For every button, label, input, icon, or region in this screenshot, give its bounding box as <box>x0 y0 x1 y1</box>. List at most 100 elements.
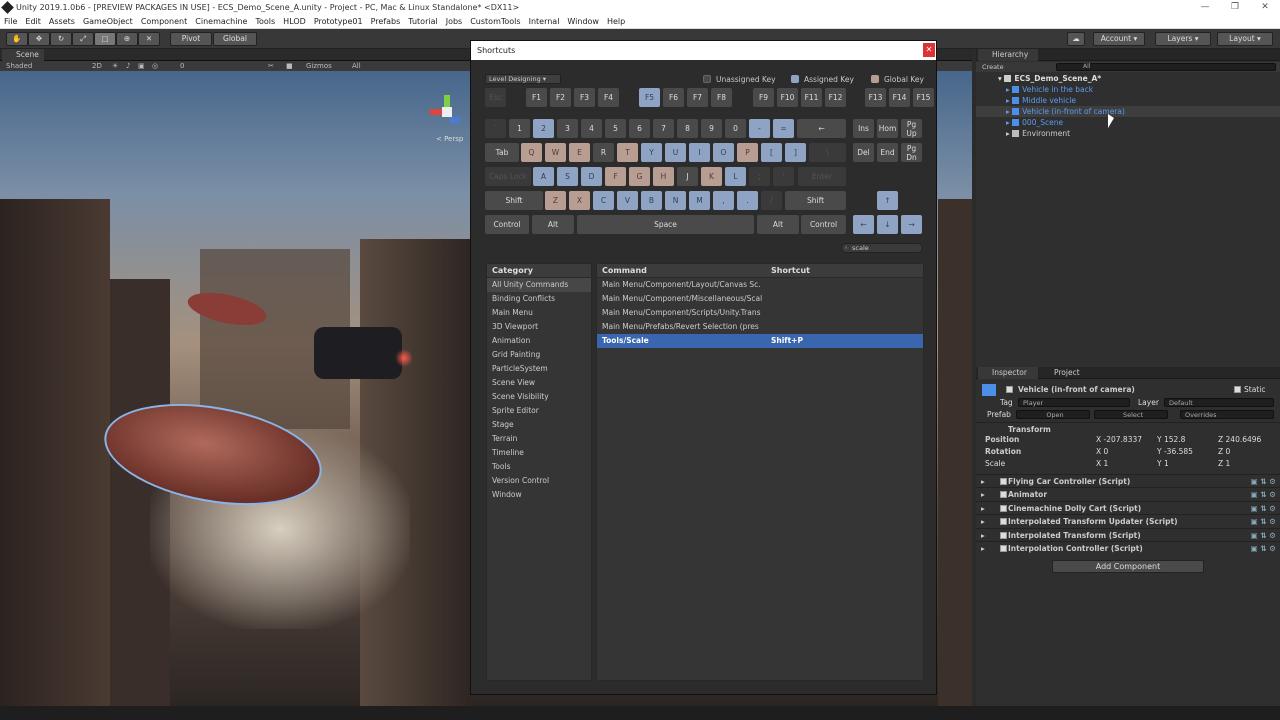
hand-tool-icon[interactable]: ✋ <box>6 32 28 46</box>
expand-arrow-icon[interactable]: ▸ <box>981 488 985 501</box>
component-header[interactable]: ▸ Interpolation Controller (Script) ▣ ⇅ ⚙ <box>976 541 1280 554</box>
component-header[interactable]: ▸ Animator ▣ ⇅ ⚙ <box>976 487 1280 500</box>
hierarchy-item[interactable]: ▸ 000_Scene <box>976 117 1280 128</box>
menu-tutorial[interactable]: Tutorial <box>404 15 441 29</box>
key-f9[interactable]: F9 <box>753 88 774 107</box>
prefab-select-button[interactable]: Select <box>1094 410 1168 419</box>
key-m[interactable]: M <box>689 191 710 210</box>
key-del[interactable]: Del <box>853 143 874 162</box>
category-item[interactable]: Grid Painting <box>487 348 591 362</box>
key-sym[interactable]: [ <box>761 143 782 162</box>
hierarchy-item[interactable]: ▸ Vehicle in the back <box>976 84 1280 95</box>
static-checkbox[interactable] <box>1234 386 1241 393</box>
component-settings-icon[interactable]: ▣ ⇅ ⚙ <box>1251 542 1276 555</box>
menu-window[interactable]: Window <box>563 15 603 29</box>
command-row[interactable]: Main Menu/Component/Miscellaneous/Scal <box>597 292 923 306</box>
key-ins[interactable]: Ins <box>853 119 874 138</box>
key-sym[interactable]: / <box>761 191 782 210</box>
key-sym[interactable]: . <box>737 191 758 210</box>
key-o[interactable]: O <box>713 143 734 162</box>
command-row[interactable]: Main Menu/Component/Layout/Canvas Sc. <box>597 278 923 292</box>
key-y[interactable]: Y <box>641 143 662 162</box>
key-2[interactable]: 2 <box>533 119 554 138</box>
category-item[interactable]: Stage <box>487 418 591 432</box>
key-t[interactable]: T <box>617 143 638 162</box>
scale-x[interactable]: X 1 <box>1096 459 1108 468</box>
key-pgup[interactable]: Pg Up <box>901 119 922 138</box>
key-e[interactable]: E <box>569 143 590 162</box>
key-f2[interactable]: F2 <box>550 88 571 107</box>
key-i[interactable]: I <box>689 143 710 162</box>
persp-label[interactable]: < Persp <box>436 135 463 143</box>
key-pgdn[interactable]: Pg Dn <box>901 143 922 162</box>
menu-prototype01[interactable]: Prototype01 <box>310 15 367 29</box>
key-capslock[interactable]: Caps Lock <box>485 167 531 186</box>
transform-tool-icon[interactable]: ⊕ <box>116 32 138 46</box>
key-g[interactable]: G <box>629 167 650 186</box>
tab-scene[interactable]: Scene <box>2 49 44 61</box>
orientation-gizmo[interactable] <box>430 95 464 129</box>
rotate-tool-icon[interactable]: ↻ <box>50 32 72 46</box>
menu-internal[interactable]: Internal <box>525 15 564 29</box>
key-w[interactable]: W <box>545 143 566 162</box>
key-f1[interactable]: F1 <box>526 88 547 107</box>
key-f13[interactable]: F13 <box>865 88 886 107</box>
hierarchy-search[interactable]: All <box>1056 63 1276 71</box>
gizmos-dropdown[interactable]: Gizmos <box>306 61 332 71</box>
key-l[interactable]: L <box>725 167 746 186</box>
key-4[interactable]: 4 <box>581 119 602 138</box>
expand-arrow-icon[interactable]: ▸ <box>981 529 985 542</box>
key-alt[interactable]: Alt <box>532 215 574 234</box>
key-sym[interactable]: ; <box>749 167 770 186</box>
audio-icon[interactable]: ♪ <box>126 61 130 71</box>
key-control[interactable]: Control <box>485 215 529 234</box>
key-f3[interactable]: F3 <box>574 88 595 107</box>
hidden-count-icon[interactable]: ◎ <box>152 61 158 71</box>
key-d[interactable]: D <box>581 167 602 186</box>
close-icon[interactable]: ✕ <box>923 43 935 57</box>
global-toggle[interactable]: Global <box>213 32 257 46</box>
component-header[interactable]: ▸ Flying Car Controller (Script) ▣ ⇅ ⚙ <box>976 474 1280 487</box>
component-enabled-checkbox[interactable] <box>1000 518 1007 526</box>
category-item[interactable]: Binding Conflicts <box>487 292 591 306</box>
category-item[interactable]: Scene View <box>487 376 591 390</box>
scale-y[interactable]: Y 1 <box>1157 459 1169 468</box>
pivot-toggle[interactable]: Pivot <box>170 32 212 46</box>
component-header[interactable]: ▸ Interpolated Transform (Script) ▣ ⇅ ⚙ <box>976 527 1280 542</box>
key-q[interactable]: Q <box>521 143 542 162</box>
account-dropdown[interactable]: Account ▾ <box>1093 32 1145 46</box>
key-b[interactable]: B <box>641 191 662 210</box>
tools-icon[interactable]: ✂ <box>268 61 274 71</box>
menu-gameobject[interactable]: GameObject <box>79 15 137 29</box>
shading-dropdown[interactable]: Shaded <box>6 61 32 71</box>
create-dropdown[interactable]: Create <box>982 62 1004 72</box>
key-sym[interactable]: ' <box>773 167 794 186</box>
tab-hierarchy[interactable]: Hierarchy <box>978 49 1038 61</box>
key-6[interactable]: 6 <box>629 119 650 138</box>
prefab-open-button[interactable]: Open <box>1016 410 1090 419</box>
component-settings-icon[interactable]: ▣ ⇅ ⚙ <box>1251 529 1276 542</box>
rect-tool-icon[interactable]: ▢ <box>94 32 116 46</box>
custom-tool-icon[interactable]: ✕ <box>138 32 160 46</box>
key-f11[interactable]: F11 <box>801 88 822 107</box>
menu-jobs[interactable]: Jobs <box>442 15 467 29</box>
category-item[interactable]: Timeline <box>487 446 591 460</box>
middle-vehicle-truck[interactable] <box>314 327 402 379</box>
category-item[interactable]: Sprite Editor <box>487 404 591 418</box>
key-r[interactable]: R <box>593 143 614 162</box>
component-settings-icon[interactable]: ▣ ⇅ ⚙ <box>1251 502 1276 515</box>
key-u[interactable]: U <box>665 143 686 162</box>
mode-2d-toggle[interactable]: 2D <box>92 61 102 71</box>
scene-root[interactable]: ▾ ECS_Demo_Scene_A* <box>976 73 1280 84</box>
hierarchy-item[interactable]: ▸ Middle vehicle <box>976 95 1280 106</box>
key-f8[interactable]: F8 <box>711 88 732 107</box>
category-item[interactable]: Tools <box>487 460 591 474</box>
key-f10[interactable]: F10 <box>777 88 798 107</box>
key-j[interactable]: J <box>677 167 698 186</box>
key-7[interactable]: 7 <box>653 119 674 138</box>
hierarchy-item[interactable]: ▸ Vehicle (in-front of camera) <box>976 106 1280 117</box>
prefab-overrides-dropdown[interactable]: Overrides <box>1180 410 1274 419</box>
component-header[interactable]: ▸ Interpolated Transform Updater (Script)… <box>976 514 1280 527</box>
category-item[interactable]: Version Control <box>487 474 591 488</box>
key-sym[interactable]: - <box>749 119 770 138</box>
